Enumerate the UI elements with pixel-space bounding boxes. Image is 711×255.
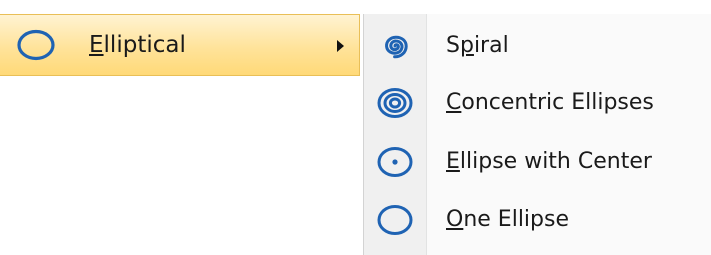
label-post: ne Ellipse — [463, 207, 569, 232]
one-ellipse-icon — [376, 203, 414, 237]
spiral-icon — [376, 29, 414, 63]
submenu-item-spiral[interactable]: Spiral — [364, 18, 711, 74]
mnemonic-letter: C — [446, 90, 462, 115]
label-post: oncentric Ellipses — [461, 90, 654, 115]
elliptical-submenu: Spiral Concentric Ellipses Ellipse with … — [363, 14, 711, 255]
submenu-arrow-icon — [337, 40, 344, 52]
concentric-ellipses-icon — [376, 86, 414, 120]
ellipse-icon — [16, 28, 56, 62]
context-menu: Elliptical Spiral Concentric Ellipses El… — [0, 0, 711, 255]
mnemonic-letter: E — [89, 32, 104, 58]
submenu-item-label: Concentric Ellipses — [446, 88, 654, 118]
submenu-item-label: Ellipse with Center — [446, 147, 652, 177]
submenu-item-one-ellipse[interactable]: One Ellipse — [364, 192, 711, 248]
menu-item-label: Elliptical — [89, 30, 186, 60]
label-post: iral — [473, 33, 509, 58]
mnemonic-letter: E — [446, 149, 460, 174]
label-pre: S — [446, 33, 460, 58]
ellipse-with-center-icon — [376, 145, 414, 179]
menu-item-elliptical[interactable]: Elliptical — [0, 14, 360, 76]
submenu-item-ellipse-with-center[interactable]: Ellipse with Center — [364, 134, 711, 190]
submenu-item-concentric-ellipses[interactable]: Concentric Ellipses — [364, 75, 711, 131]
label-post: llipse with Center — [459, 149, 652, 174]
submenu-item-label: One Ellipse — [446, 205, 569, 235]
mnemonic-letter: p — [459, 33, 474, 58]
menu-item-label-rest: lliptical — [103, 32, 186, 58]
mnemonic-letter: O — [446, 207, 464, 232]
submenu-item-label: Spiral — [446, 31, 509, 61]
